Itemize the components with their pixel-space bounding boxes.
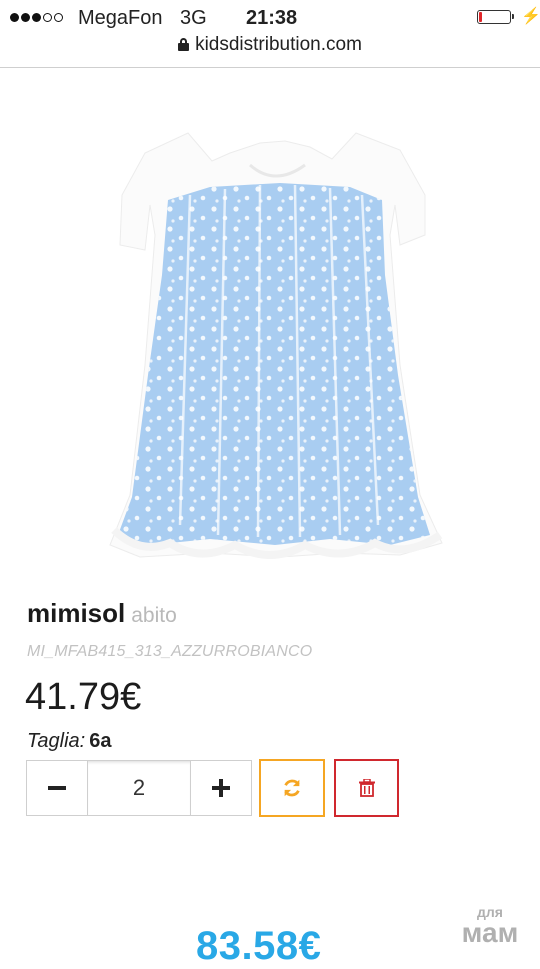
quantity-input[interactable] bbox=[87, 761, 191, 815]
refresh-icon bbox=[284, 779, 300, 797]
charging-bolt-icon: ⚡ bbox=[521, 8, 540, 25]
signal-dot bbox=[43, 13, 52, 22]
signal-dot bbox=[10, 13, 19, 22]
product-brand: mimisol abito bbox=[27, 598, 177, 629]
status-bar: MegaFon 3G 21:38 ⚡ bbox=[0, 0, 540, 34]
signal-dot bbox=[21, 13, 30, 22]
watermark-line-2: мам bbox=[461, 917, 519, 948]
increase-quantity-button[interactable] bbox=[191, 761, 251, 815]
update-cart-button[interactable] bbox=[259, 759, 325, 817]
battery-level bbox=[479, 12, 483, 22]
signal-dot bbox=[32, 13, 41, 22]
signal-strength-icon bbox=[10, 13, 65, 22]
product-price: 41.79€ bbox=[25, 676, 142, 718]
cart-total: 83.58€ bbox=[196, 924, 322, 968]
carrier-name: MegaFon bbox=[78, 7, 163, 29]
signal-dot bbox=[54, 13, 63, 22]
watermark-logo: для мам bbox=[450, 905, 530, 947]
remove-item-button[interactable] bbox=[334, 759, 399, 817]
trash-icon bbox=[359, 779, 375, 797]
network-type: 3G bbox=[180, 7, 207, 29]
decrease-quantity-button[interactable] bbox=[27, 761, 87, 815]
quantity-stepper bbox=[26, 760, 252, 816]
clock: 21:38 bbox=[246, 7, 298, 29]
minus-icon bbox=[48, 786, 66, 790]
address-bar-divider bbox=[0, 67, 540, 68]
brand-name: mimisol bbox=[27, 598, 126, 628]
size-row: Taglia: 6a bbox=[27, 730, 111, 753]
product-sku: MI_MFAB415_313_AZZURROBIANCO bbox=[27, 643, 313, 660]
battery-icon bbox=[477, 10, 514, 24]
address-bar[interactable]: kidsdistribution.com bbox=[0, 34, 540, 64]
product-image[interactable] bbox=[100, 125, 445, 565]
url-text: kidsdistribution.com bbox=[195, 34, 362, 55]
size-label: Taglia: bbox=[27, 730, 86, 752]
size-value: 6a bbox=[89, 730, 112, 752]
product-category: abito bbox=[131, 604, 177, 627]
lock-icon bbox=[178, 38, 190, 51]
